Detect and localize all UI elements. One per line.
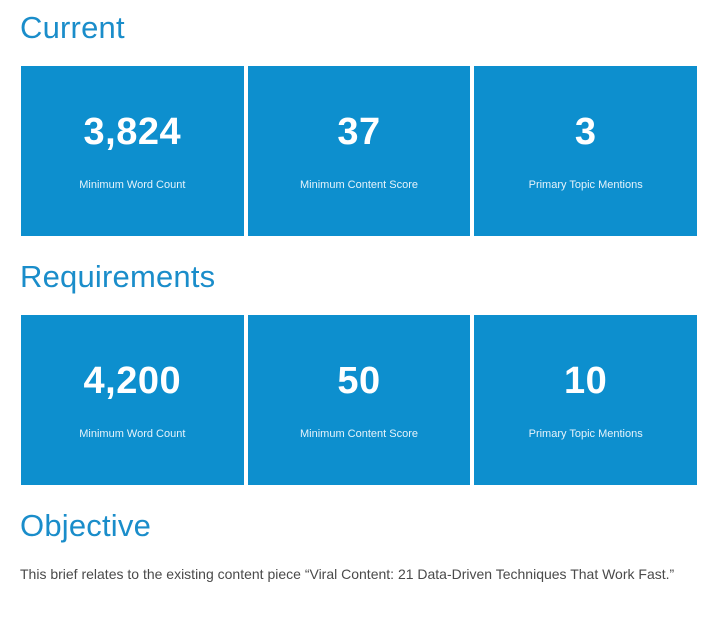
- card-label: Minimum Word Count: [79, 428, 186, 440]
- requirements-heading: Requirements: [20, 259, 216, 294]
- card-value: 37: [337, 111, 381, 153]
- current-word-count-card: 3,824 Minimum Word Count: [21, 66, 244, 236]
- card-label: Primary Topic Mentions: [528, 179, 643, 191]
- card-label: Minimum Content Score: [300, 428, 418, 440]
- objective-description: This brief relates to the existing conte…: [20, 566, 675, 582]
- current-topic-mentions-card: 3 Primary Topic Mentions: [474, 66, 698, 236]
- requirements-stats: 4,200 Minimum Word Count 50 Minimum Cont…: [21, 315, 698, 485]
- current-content-score-card: 37 Minimum Content Score: [247, 66, 471, 236]
- card-value: 3,824: [83, 111, 182, 153]
- required-topic-mentions-card: 10 Primary Topic Mentions: [474, 315, 698, 485]
- card-value: 4,200: [83, 360, 182, 402]
- current-heading: Current: [20, 10, 125, 45]
- current-stats: 3,824 Minimum Word Count 37 Minimum Cont…: [21, 66, 698, 236]
- card-label: Minimum Word Count: [79, 179, 186, 191]
- card-label: Minimum Content Score: [300, 179, 418, 191]
- required-word-count-card: 4,200 Minimum Word Count: [21, 315, 244, 485]
- card-value: 50: [337, 360, 381, 402]
- objective-heading: Objective: [20, 508, 152, 543]
- required-content-score-card: 50 Minimum Content Score: [247, 315, 471, 485]
- card-value: 3: [574, 111, 597, 153]
- card-label: Primary Topic Mentions: [528, 428, 643, 440]
- card-value: 10: [564, 360, 608, 402]
